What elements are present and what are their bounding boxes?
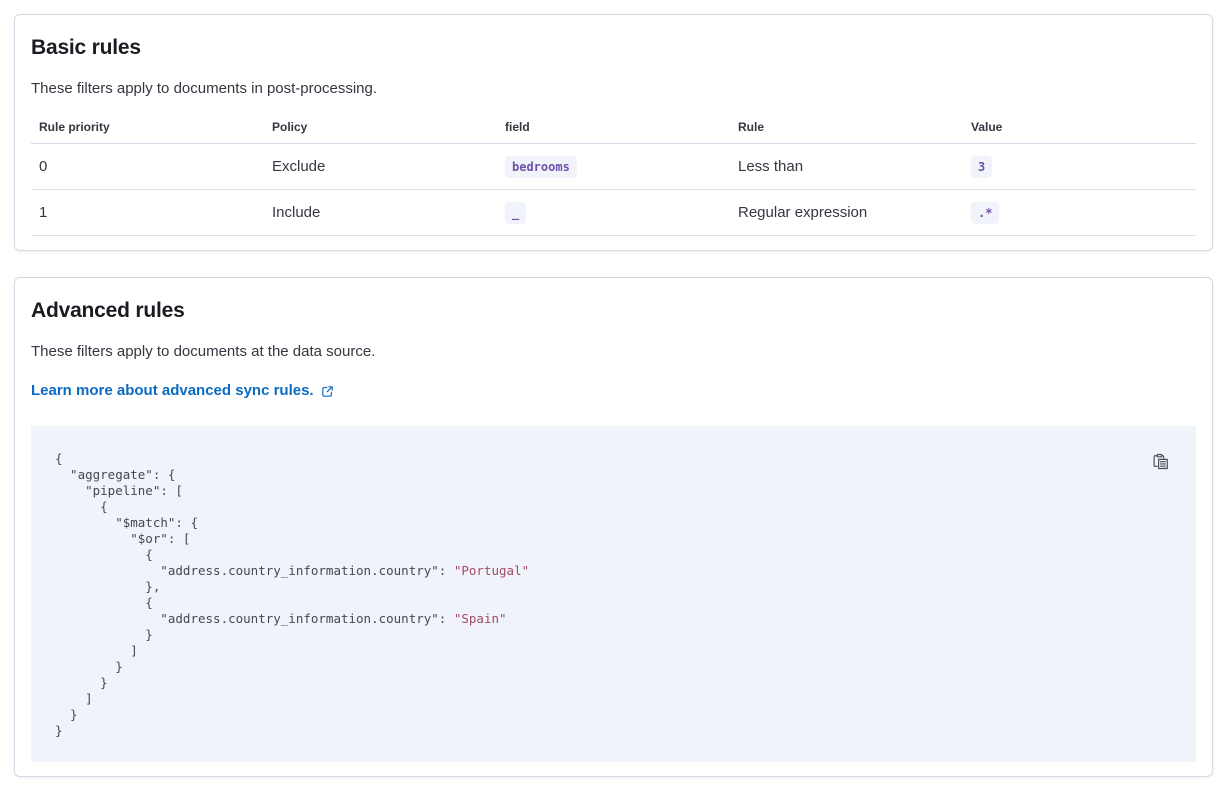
cell-priority: 1: [31, 190, 264, 236]
copy-clipboard-icon: [1152, 453, 1169, 470]
table-row: 1Include _ Regular expression .*: [31, 190, 1196, 236]
basic-rules-table: Rule priorityPolicyfieldRuleValue 0Exclu…: [31, 112, 1196, 236]
advanced-rules-title: Advanced rules: [31, 298, 1196, 324]
code-badge: bedrooms: [505, 156, 577, 178]
code-line: },: [55, 579, 1172, 595]
cell-policy: Exclude: [264, 144, 497, 190]
code-line: {: [55, 499, 1172, 515]
basic-rules-table-body: 0Exclude bedrooms Less than 3 1Include _ Regul…: [31, 144, 1196, 236]
code-line: }: [55, 675, 1172, 691]
basic-rules-description: These filters apply to documents in post…: [31, 78, 1196, 99]
code-badge: _: [505, 202, 526, 224]
code-line: }: [55, 723, 1172, 739]
cell-policy: Include: [264, 190, 497, 236]
code-badge: 3: [971, 156, 992, 178]
code-line: ]: [55, 643, 1172, 659]
advanced-rules-code-block: { "aggregate": { "pipeline": [ { "$match…: [31, 426, 1196, 762]
code-line: "address.country_information.country": "…: [55, 563, 1172, 579]
code-line: "aggregate": {: [55, 467, 1172, 483]
cell-value: .*: [963, 190, 1196, 236]
code-line: }: [55, 659, 1172, 675]
external-link-icon: [321, 385, 334, 398]
cell-value: 3: [963, 144, 1196, 190]
column-header-priority: Rule priority: [31, 112, 264, 144]
advanced-rules-code: { "aggregate": { "pipeline": [ { "$match…: [55, 451, 1172, 739]
code-line: "address.country_information.country": "…: [55, 611, 1172, 627]
table-row: 0Exclude bedrooms Less than 3: [31, 144, 1196, 190]
code-line: "$or": [: [55, 531, 1172, 547]
cell-field: _: [497, 190, 730, 236]
learn-more-link-label: Learn more about advanced sync rules.: [31, 382, 314, 399]
basic-rules-title: Basic rules: [31, 35, 1196, 61]
column-header-value: Value: [963, 112, 1196, 144]
learn-more-link[interactable]: Learn more about advanced sync rules.: [31, 382, 334, 399]
cell-priority: 0: [31, 144, 264, 190]
cell-field: bedrooms: [497, 144, 730, 190]
code-line: {: [55, 595, 1172, 611]
cell-rule: Less than: [730, 144, 963, 190]
advanced-rules-panel: Advanced rules These filters apply to do…: [14, 277, 1213, 777]
code-badge: .*: [971, 202, 999, 224]
copy-button[interactable]: [1152, 453, 1169, 470]
code-string-value: "Spain": [454, 611, 507, 626]
code-line: "$match": {: [55, 515, 1172, 531]
column-header-field: field: [497, 112, 730, 144]
code-line: }: [55, 627, 1172, 643]
advanced-rules-description: These filters apply to documents at the …: [31, 341, 1196, 362]
code-line: {: [55, 547, 1172, 563]
code-line: {: [55, 451, 1172, 467]
basic-rules-panel: Basic rules These filters apply to docum…: [14, 14, 1213, 251]
column-header-policy: Policy: [264, 112, 497, 144]
code-line: "pipeline": [: [55, 483, 1172, 499]
code-line: ]: [55, 691, 1172, 707]
code-string-value: "Portugal": [454, 563, 529, 578]
basic-rules-table-header-row: Rule priorityPolicyfieldRuleValue: [31, 112, 1196, 144]
column-header-rule: Rule: [730, 112, 963, 144]
cell-rule: Regular expression: [730, 190, 963, 236]
code-line: }: [55, 707, 1172, 723]
